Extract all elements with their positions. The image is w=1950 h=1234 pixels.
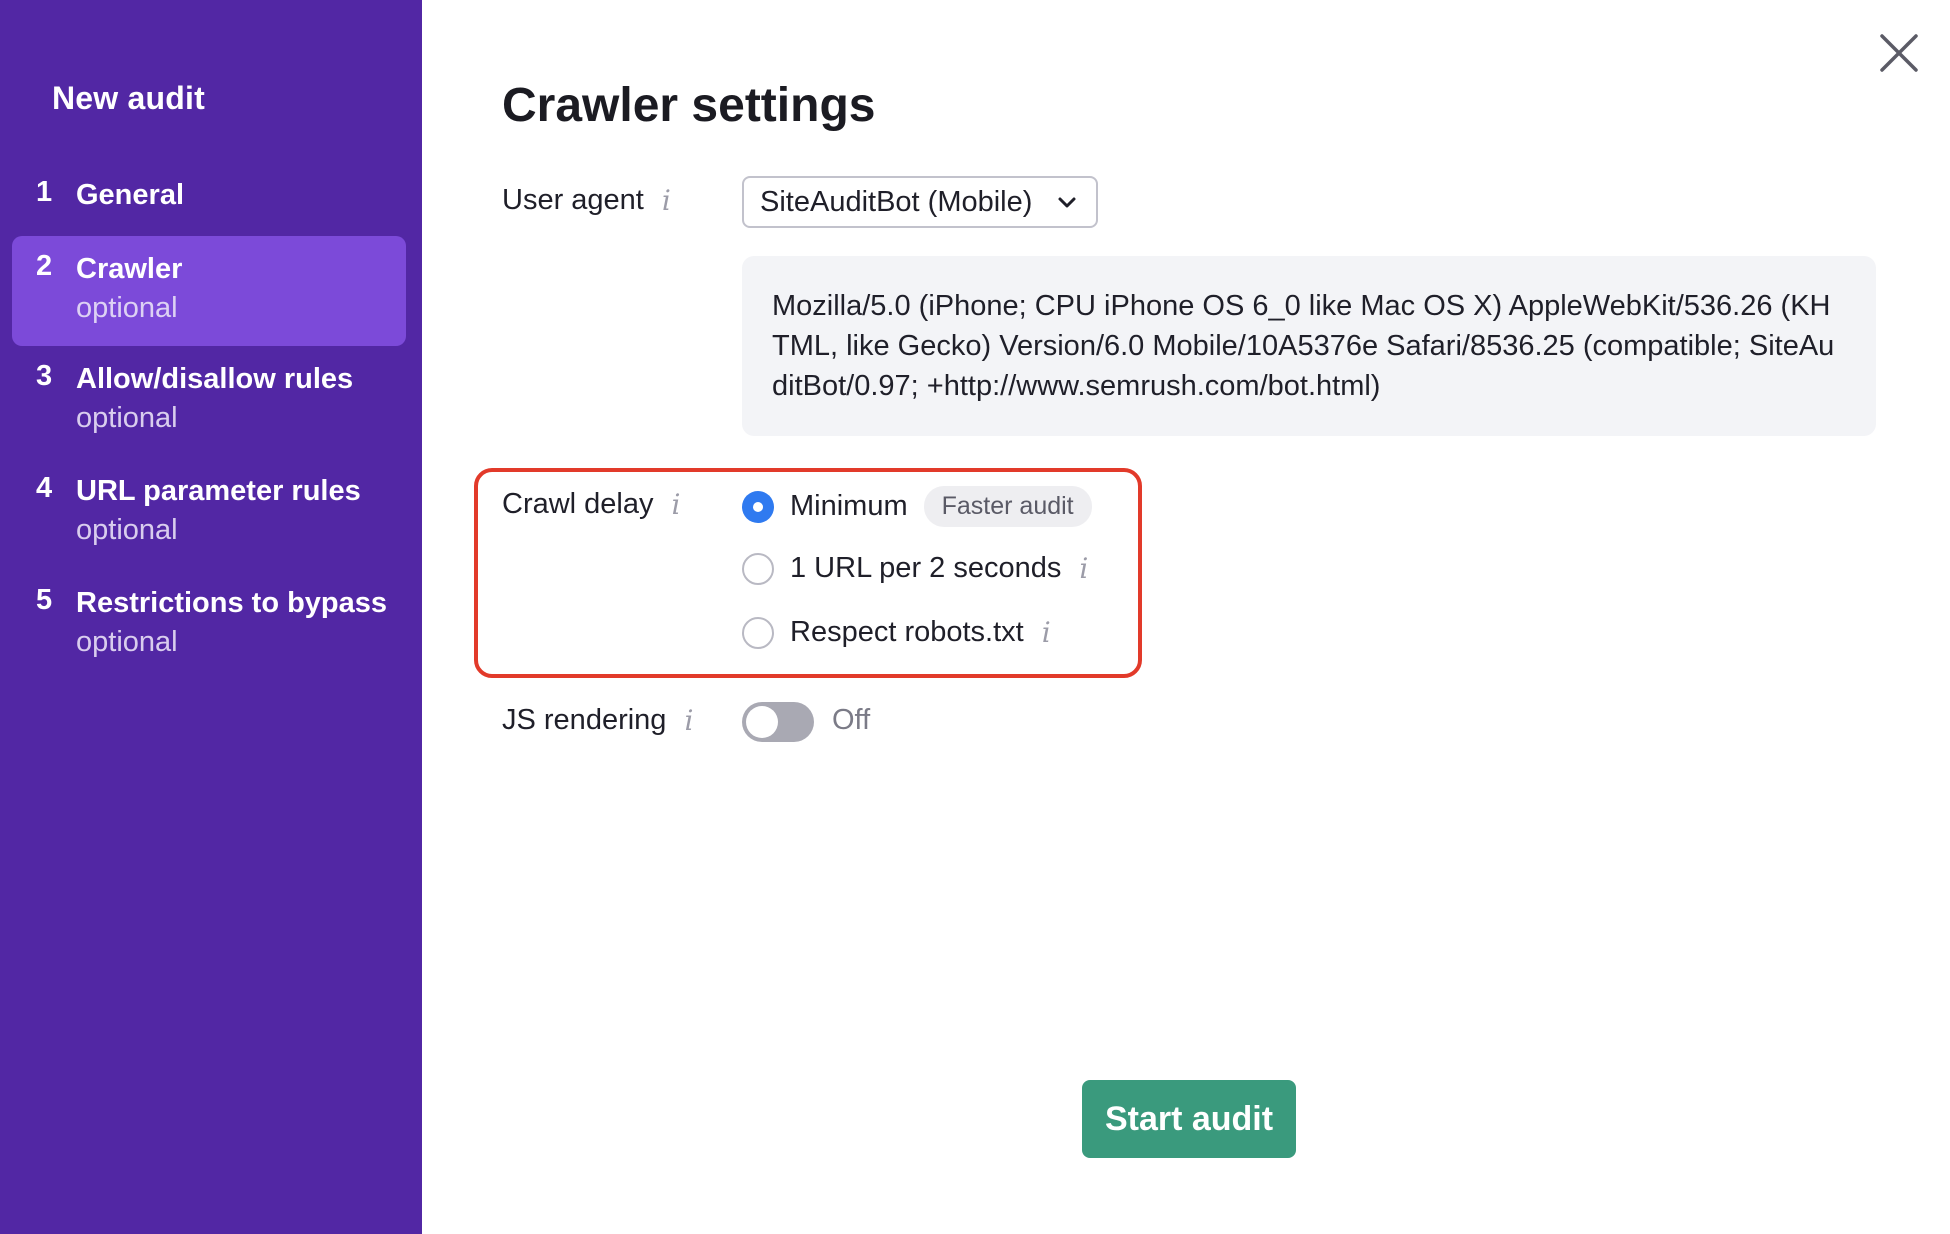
info-icon[interactable]: i	[672, 488, 681, 521]
radio-checked-icon[interactable]	[742, 490, 774, 523]
step-sub: optional	[76, 626, 178, 658]
info-icon[interactable]: i	[1079, 552, 1088, 585]
radio-unchecked-icon[interactable]	[742, 552, 774, 585]
crawl-delay-label: Crawl delay	[502, 488, 654, 520]
sidebar-title: New audit	[52, 80, 205, 116]
main-panel: Crawler settings User agent i SiteAuditB…	[422, 0, 1950, 1234]
step-label: General	[76, 179, 184, 211]
info-icon[interactable]: i	[684, 704, 693, 737]
step-general[interactable]: 1 General	[12, 162, 406, 236]
step-allow-disallow-rules[interactable]: 3 Allow/disallow rules optional	[12, 346, 406, 458]
step-restrictions-to-bypass[interactable]: 5 Restrictions to bypass optional	[12, 570, 406, 682]
close-button[interactable]	[1876, 30, 1922, 76]
steps-list: 1 General 2 Crawler optional 3 Allow/dis…	[12, 162, 406, 682]
step-number: 1	[36, 176, 53, 208]
js-rendering-label: JS rendering	[502, 704, 667, 736]
step-number: 4	[36, 472, 53, 504]
step-label: Crawler	[76, 253, 183, 285]
step-crawler[interactable]: 2 Crawler optional	[12, 236, 406, 346]
option-label: Minimum	[790, 490, 908, 522]
user-agent-selected: SiteAuditBot (Mobile)	[760, 185, 1033, 218]
faster-audit-badge: Faster audit	[923, 486, 1092, 527]
crawl-delay-option-1-url-per-2-seconds[interactable]: 1 URL per 2 seconds i	[742, 552, 1088, 585]
option-label: 1 URL per 2 seconds	[790, 552, 1062, 584]
option-label: Respect robots.txt	[790, 616, 1024, 648]
step-label: URL parameter rules	[76, 475, 361, 507]
step-number: 2	[36, 250, 53, 282]
crawl-delay-option-respect-robots[interactable]: Respect robots.txt i	[742, 616, 1051, 649]
step-sub: optional	[76, 292, 178, 324]
page-title: Crawler settings	[502, 79, 876, 132]
step-label: Allow/disallow rules	[76, 363, 354, 395]
js-rendering-toggle[interactable]	[742, 702, 814, 742]
js-rendering-label-row: JS rendering i	[502, 704, 693, 737]
radio-unchecked-icon[interactable]	[742, 616, 774, 649]
step-number: 3	[36, 360, 53, 392]
user-agent-label-row: User agent i	[502, 184, 671, 217]
close-icon	[1880, 34, 1918, 72]
step-url-parameter-rules[interactable]: 4 URL parameter rules optional	[12, 458, 406, 570]
sidebar: New audit 1 General 2 Crawler optional 3…	[0, 0, 422, 1234]
toggle-knob	[746, 706, 778, 738]
step-sub: optional	[76, 402, 178, 434]
user-agent-string: Mozilla/5.0 (iPhone; CPU iPhone OS 6_0 l…	[742, 256, 1876, 436]
chevron-down-icon	[1058, 197, 1076, 208]
crawl-delay-label-row: Crawl delay i	[502, 488, 680, 521]
new-audit-dialog: New audit 1 General 2 Crawler optional 3…	[0, 0, 1950, 1234]
info-icon[interactable]: i	[1042, 616, 1051, 649]
step-label: Restrictions to bypass	[76, 587, 388, 619]
step-number: 5	[36, 584, 53, 616]
crawl-delay-option-minimum[interactable]: Minimum Faster audit	[742, 486, 1092, 527]
step-sub: optional	[76, 514, 178, 546]
js-rendering-state: Off	[832, 704, 871, 736]
start-audit-button[interactable]: Start audit	[1082, 1080, 1296, 1158]
user-agent-label: User agent	[502, 184, 644, 216]
user-agent-select[interactable]: SiteAuditBot (Mobile)	[742, 176, 1098, 228]
info-icon[interactable]: i	[662, 184, 671, 217]
